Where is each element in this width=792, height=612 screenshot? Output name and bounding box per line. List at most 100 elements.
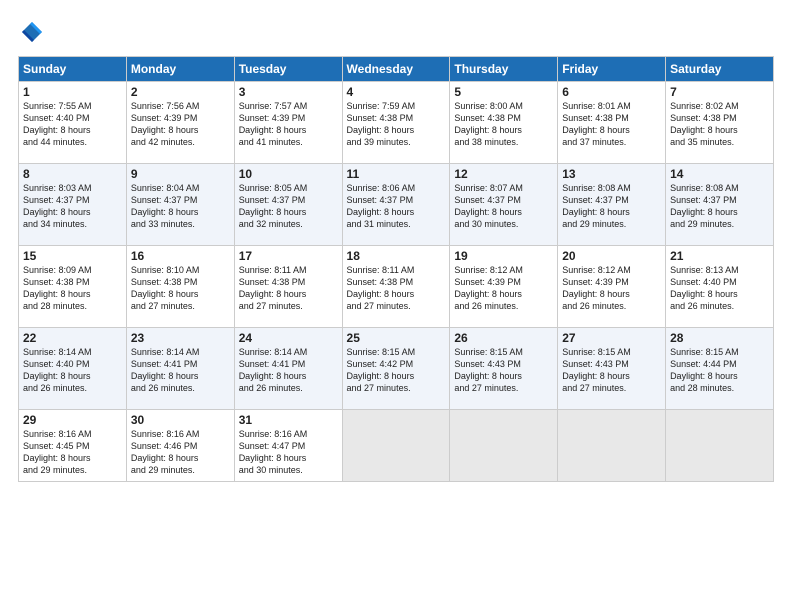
day-number: 10 xyxy=(239,167,338,181)
day-number: 27 xyxy=(562,331,661,345)
calendar-cell: 17Sunrise: 8:11 AM Sunset: 4:38 PM Dayli… xyxy=(234,246,342,328)
day-number: 13 xyxy=(562,167,661,181)
calendar-cell: 8Sunrise: 8:03 AM Sunset: 4:37 PM Daylig… xyxy=(19,164,127,246)
calendar-cell: 10Sunrise: 8:05 AM Sunset: 4:37 PM Dayli… xyxy=(234,164,342,246)
day-number: 20 xyxy=(562,249,661,263)
day-number: 6 xyxy=(562,85,661,99)
week-row-2: 8Sunrise: 8:03 AM Sunset: 4:37 PM Daylig… xyxy=(19,164,774,246)
cell-details: Sunrise: 8:11 AM Sunset: 4:38 PM Dayligh… xyxy=(239,264,338,313)
cell-details: Sunrise: 8:03 AM Sunset: 4:37 PM Dayligh… xyxy=(23,182,122,231)
day-number: 8 xyxy=(23,167,122,181)
calendar-cell: 13Sunrise: 8:08 AM Sunset: 4:37 PM Dayli… xyxy=(558,164,666,246)
weekday-header-row: SundayMondayTuesdayWednesdayThursdayFrid… xyxy=(19,57,774,82)
cell-details: Sunrise: 8:11 AM Sunset: 4:38 PM Dayligh… xyxy=(347,264,446,313)
weekday-header-friday: Friday xyxy=(558,57,666,82)
day-number: 3 xyxy=(239,85,338,99)
day-number: 31 xyxy=(239,413,338,427)
day-number: 7 xyxy=(670,85,769,99)
calendar-cell: 18Sunrise: 8:11 AM Sunset: 4:38 PM Dayli… xyxy=(342,246,450,328)
day-number: 26 xyxy=(454,331,553,345)
header xyxy=(18,18,774,46)
cell-details: Sunrise: 8:16 AM Sunset: 4:47 PM Dayligh… xyxy=(239,428,338,477)
day-number: 30 xyxy=(131,413,230,427)
cell-details: Sunrise: 8:02 AM Sunset: 4:38 PM Dayligh… xyxy=(670,100,769,149)
calendar-cell: 12Sunrise: 8:07 AM Sunset: 4:37 PM Dayli… xyxy=(450,164,558,246)
calendar-cell: 19Sunrise: 8:12 AM Sunset: 4:39 PM Dayli… xyxy=(450,246,558,328)
cell-details: Sunrise: 8:14 AM Sunset: 4:41 PM Dayligh… xyxy=(239,346,338,395)
calendar-cell: 16Sunrise: 8:10 AM Sunset: 4:38 PM Dayli… xyxy=(126,246,234,328)
cell-details: Sunrise: 8:14 AM Sunset: 4:41 PM Dayligh… xyxy=(131,346,230,395)
calendar-cell: 6Sunrise: 8:01 AM Sunset: 4:38 PM Daylig… xyxy=(558,82,666,164)
day-number: 18 xyxy=(347,249,446,263)
day-number: 5 xyxy=(454,85,553,99)
cell-details: Sunrise: 8:15 AM Sunset: 4:43 PM Dayligh… xyxy=(454,346,553,395)
calendar-cell: 26Sunrise: 8:15 AM Sunset: 4:43 PM Dayli… xyxy=(450,328,558,410)
cell-details: Sunrise: 8:15 AM Sunset: 4:44 PM Dayligh… xyxy=(670,346,769,395)
cell-details: Sunrise: 8:13 AM Sunset: 4:40 PM Dayligh… xyxy=(670,264,769,313)
cell-details: Sunrise: 8:16 AM Sunset: 4:45 PM Dayligh… xyxy=(23,428,122,477)
calendar-cell xyxy=(342,410,450,482)
day-number: 15 xyxy=(23,249,122,263)
calendar-cell: 21Sunrise: 8:13 AM Sunset: 4:40 PM Dayli… xyxy=(666,246,774,328)
calendar-cell: 11Sunrise: 8:06 AM Sunset: 4:37 PM Dayli… xyxy=(342,164,450,246)
cell-details: Sunrise: 8:12 AM Sunset: 4:39 PM Dayligh… xyxy=(454,264,553,313)
cell-details: Sunrise: 8:16 AM Sunset: 4:46 PM Dayligh… xyxy=(131,428,230,477)
cell-details: Sunrise: 8:09 AM Sunset: 4:38 PM Dayligh… xyxy=(23,264,122,313)
day-number: 4 xyxy=(347,85,446,99)
cell-details: Sunrise: 8:08 AM Sunset: 4:37 PM Dayligh… xyxy=(562,182,661,231)
calendar-cell: 28Sunrise: 8:15 AM Sunset: 4:44 PM Dayli… xyxy=(666,328,774,410)
weekday-header-sunday: Sunday xyxy=(19,57,127,82)
calendar-cell: 5Sunrise: 8:00 AM Sunset: 4:38 PM Daylig… xyxy=(450,82,558,164)
weekday-header-tuesday: Tuesday xyxy=(234,57,342,82)
calendar-cell: 25Sunrise: 8:15 AM Sunset: 4:42 PM Dayli… xyxy=(342,328,450,410)
cell-details: Sunrise: 7:56 AM Sunset: 4:39 PM Dayligh… xyxy=(131,100,230,149)
cell-details: Sunrise: 8:07 AM Sunset: 4:37 PM Dayligh… xyxy=(454,182,553,231)
day-number: 23 xyxy=(131,331,230,345)
cell-details: Sunrise: 8:15 AM Sunset: 4:42 PM Dayligh… xyxy=(347,346,446,395)
cell-details: Sunrise: 8:10 AM Sunset: 4:38 PM Dayligh… xyxy=(131,264,230,313)
cell-details: Sunrise: 8:06 AM Sunset: 4:37 PM Dayligh… xyxy=(347,182,446,231)
calendar-cell: 7Sunrise: 8:02 AM Sunset: 4:38 PM Daylig… xyxy=(666,82,774,164)
day-number: 22 xyxy=(23,331,122,345)
day-number: 29 xyxy=(23,413,122,427)
day-number: 28 xyxy=(670,331,769,345)
calendar-cell: 29Sunrise: 8:16 AM Sunset: 4:45 PM Dayli… xyxy=(19,410,127,482)
week-row-5: 29Sunrise: 8:16 AM Sunset: 4:45 PM Dayli… xyxy=(19,410,774,482)
day-number: 12 xyxy=(454,167,553,181)
day-number: 1 xyxy=(23,85,122,99)
logo-icon xyxy=(18,18,46,46)
day-number: 19 xyxy=(454,249,553,263)
calendar-cell: 23Sunrise: 8:14 AM Sunset: 4:41 PM Dayli… xyxy=(126,328,234,410)
calendar-cell: 31Sunrise: 8:16 AM Sunset: 4:47 PM Dayli… xyxy=(234,410,342,482)
week-row-3: 15Sunrise: 8:09 AM Sunset: 4:38 PM Dayli… xyxy=(19,246,774,328)
cell-details: Sunrise: 8:04 AM Sunset: 4:37 PM Dayligh… xyxy=(131,182,230,231)
week-row-4: 22Sunrise: 8:14 AM Sunset: 4:40 PM Dayli… xyxy=(19,328,774,410)
day-number: 11 xyxy=(347,167,446,181)
cell-details: Sunrise: 8:14 AM Sunset: 4:40 PM Dayligh… xyxy=(23,346,122,395)
day-number: 24 xyxy=(239,331,338,345)
day-number: 21 xyxy=(670,249,769,263)
cell-details: Sunrise: 7:55 AM Sunset: 4:40 PM Dayligh… xyxy=(23,100,122,149)
calendar-cell: 3Sunrise: 7:57 AM Sunset: 4:39 PM Daylig… xyxy=(234,82,342,164)
day-number: 25 xyxy=(347,331,446,345)
day-number: 9 xyxy=(131,167,230,181)
cell-details: Sunrise: 8:08 AM Sunset: 4:37 PM Dayligh… xyxy=(670,182,769,231)
cell-details: Sunrise: 7:57 AM Sunset: 4:39 PM Dayligh… xyxy=(239,100,338,149)
calendar-cell xyxy=(558,410,666,482)
logo xyxy=(18,18,50,46)
calendar-cell: 27Sunrise: 8:15 AM Sunset: 4:43 PM Dayli… xyxy=(558,328,666,410)
weekday-header-thursday: Thursday xyxy=(450,57,558,82)
week-row-1: 1Sunrise: 7:55 AM Sunset: 4:40 PM Daylig… xyxy=(19,82,774,164)
cell-details: Sunrise: 8:12 AM Sunset: 4:39 PM Dayligh… xyxy=(562,264,661,313)
cell-details: Sunrise: 8:00 AM Sunset: 4:38 PM Dayligh… xyxy=(454,100,553,149)
cell-details: Sunrise: 8:15 AM Sunset: 4:43 PM Dayligh… xyxy=(562,346,661,395)
page: SundayMondayTuesdayWednesdayThursdayFrid… xyxy=(0,0,792,612)
cell-details: Sunrise: 8:05 AM Sunset: 4:37 PM Dayligh… xyxy=(239,182,338,231)
day-number: 16 xyxy=(131,249,230,263)
calendar-cell: 2Sunrise: 7:56 AM Sunset: 4:39 PM Daylig… xyxy=(126,82,234,164)
calendar-cell: 14Sunrise: 8:08 AM Sunset: 4:37 PM Dayli… xyxy=(666,164,774,246)
weekday-header-saturday: Saturday xyxy=(666,57,774,82)
day-number: 14 xyxy=(670,167,769,181)
calendar-cell xyxy=(450,410,558,482)
calendar-table: SundayMondayTuesdayWednesdayThursdayFrid… xyxy=(18,56,774,482)
